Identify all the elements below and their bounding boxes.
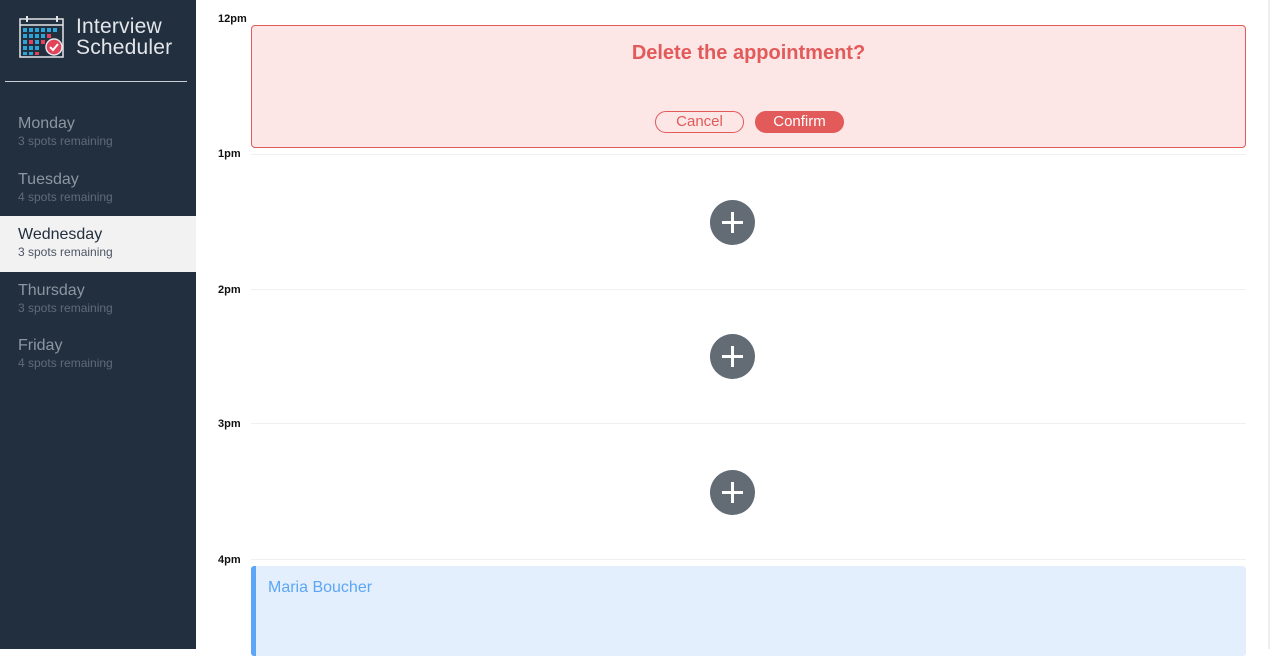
day-name: Thursday [18,281,85,299]
day-item-thursday[interactable]: Thursday 3 spots remaining [0,272,196,328]
app-title-line1: Interview [76,15,162,38]
hour-divider [251,559,1246,560]
app-title-line2: Scheduler [76,36,173,59]
time-label-1pm: 1pm [218,148,241,160]
day-name: Monday [18,115,75,132]
time-label-2pm: 2pm [218,284,241,296]
day-name: Wednesday [18,226,103,243]
day-spots: 3 spots remaining [18,300,113,315]
day-name: Friday [18,337,63,354]
hour-divider [251,289,1246,290]
hour-divider [251,423,1246,424]
cancel-button[interactable]: Cancel [655,111,744,133]
time-label-4pm: 4pm [218,554,241,566]
plus-icon [722,346,743,367]
day-spots: 3 spots remaining [18,134,113,148]
delete-confirmation: Delete the appointment? Cancel Confirm [251,25,1246,148]
plus-icon [722,212,743,233]
day-name: Tuesday [18,170,79,188]
appointment-card[interactable]: Maria Boucher [251,566,1246,656]
confirm-button[interactable]: Confirm [755,111,844,133]
app-title: Interview Scheduler [76,16,172,58]
brand: Interview Scheduler [19,15,189,59]
time-label-12pm: 12pm [218,13,247,25]
student-name: Maria Boucher [268,579,373,596]
time-label-3pm: 3pm [218,418,241,430]
day-item-wednesday[interactable]: Wednesday 3 spots remaining [0,216,196,272]
day-item-tuesday[interactable]: Tuesday 4 spots remaining [0,161,196,217]
hour-divider [251,154,1246,155]
add-appointment-button[interactable] [710,470,755,515]
confirm-message: Delete the appointment? [631,42,866,64]
day-item-friday[interactable]: Friday 4 spots remaining [0,327,196,383]
day-spots: 4 spots remaining [18,356,113,370]
sidebar: Interview Scheduler Monday 3 spots remai… [0,0,196,649]
add-appointment-button[interactable] [710,334,755,379]
plus-icon [722,482,743,503]
day-item-monday[interactable]: Monday 3 spots remaining [0,105,196,161]
day-spots: 4 spots remaining [18,189,113,204]
day-list: Monday 3 spots remaining Tuesday 4 spots… [0,105,196,383]
add-appointment-button[interactable] [710,200,755,245]
day-spots: 3 spots remaining [18,245,113,259]
calendar-check-icon [19,16,64,58]
sidebar-divider [5,81,187,82]
